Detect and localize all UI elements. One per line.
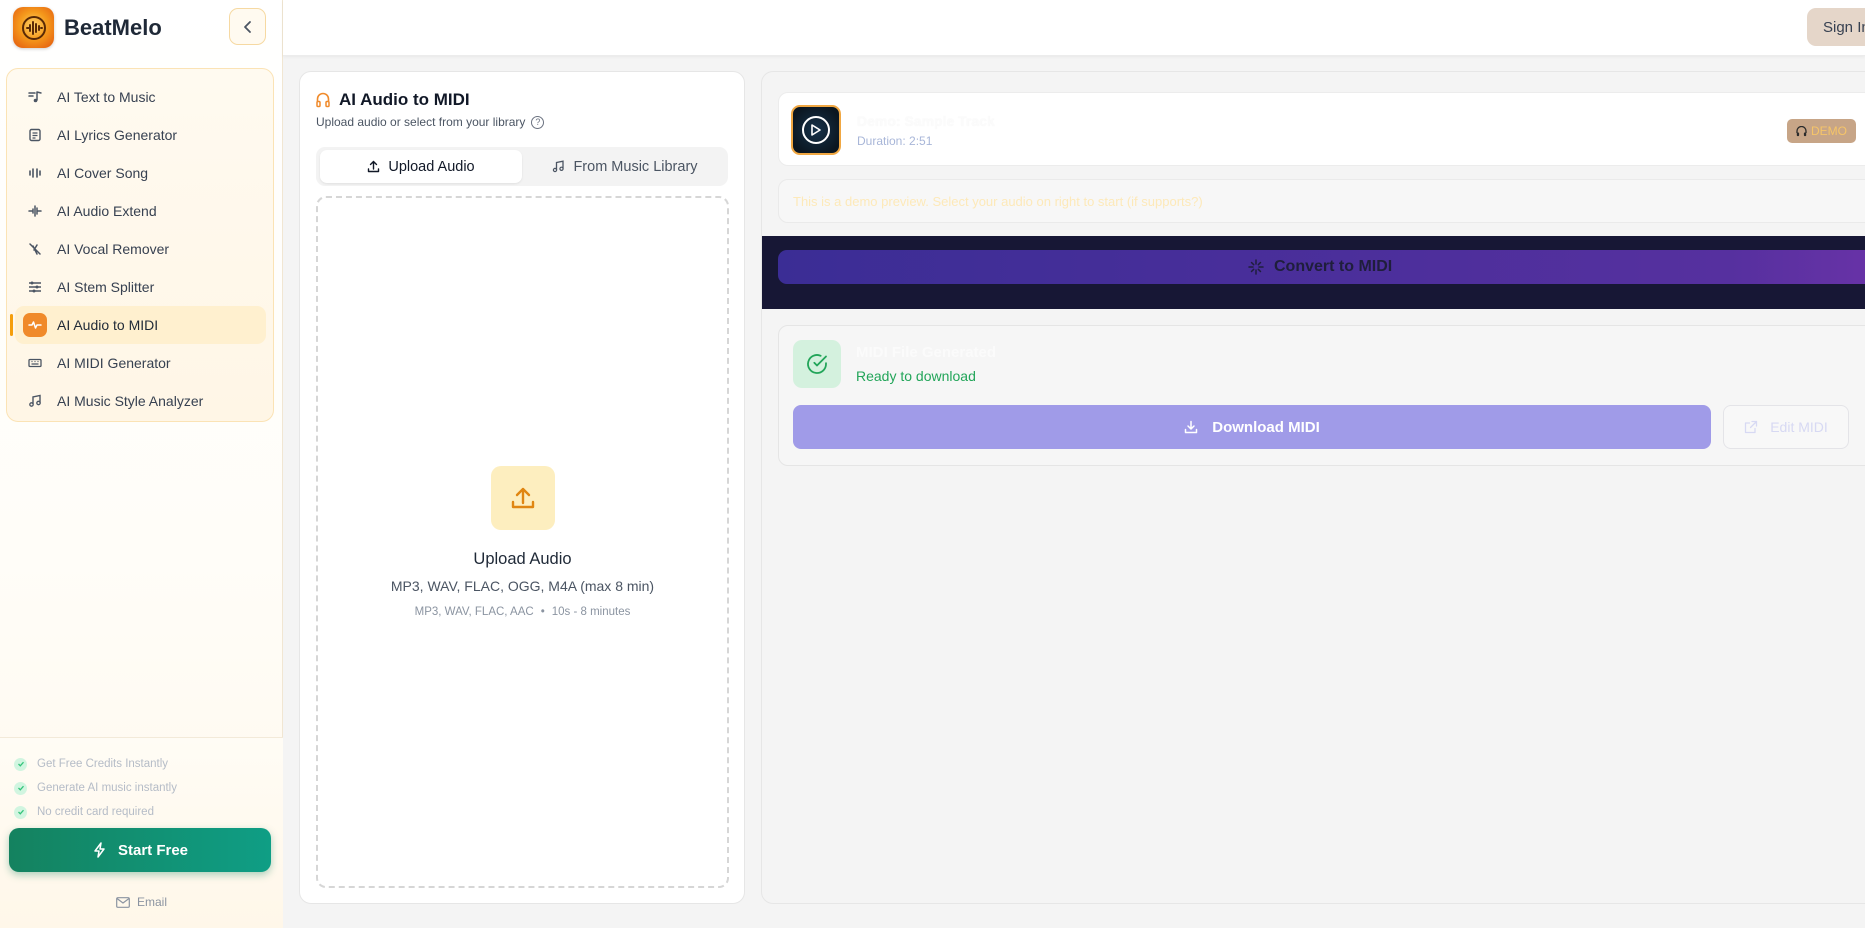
brand-name: BeatMelo	[64, 14, 162, 40]
track-duration: Duration: 2:51	[857, 134, 933, 148]
sidebar-item-label: AI Music Style Analyzer	[57, 393, 204, 409]
tab-music-library[interactable]: From Music Library	[526, 150, 724, 183]
check-icon	[14, 757, 27, 771]
tab-label: Upload Audio	[388, 158, 475, 175]
perk-item: Get Free Credits Instantly	[0, 752, 283, 776]
source-tabs: Upload Audio From Music Library	[316, 147, 728, 186]
extend-icon	[27, 203, 43, 219]
sidebar-item-midi-generator[interactable]: AI MIDI Generator	[15, 344, 266, 382]
brand[interactable]: BeatMelo	[13, 7, 162, 48]
convert-section: Convert to MIDI	[762, 236, 1865, 309]
headphones-icon	[1796, 125, 1807, 136]
sidebar-item-label: AI Cover Song	[57, 165, 149, 181]
demo-badge: DEMO	[1787, 119, 1856, 143]
sidebar-item-lyrics-generator[interactable]: AI Lyrics Generator	[15, 116, 266, 154]
hint-duration: 10s - 8 minutes	[551, 606, 631, 618]
hint-formats: MP3, WAV, FLAC, AAC	[414, 606, 534, 618]
sidebar-promo: Get Free Credits Instantly Generate AI m…	[0, 737, 283, 928]
check-icon	[14, 781, 27, 795]
external-edit-icon	[1745, 420, 1758, 434]
perk-text: No credit card required	[37, 806, 154, 818]
sidebar-item-vocal-remover[interactable]: AI Vocal Remover	[15, 230, 266, 268]
panel-subtitle: Upload audio or select from your library…	[316, 115, 545, 129]
convert-to-midi-button[interactable]: Convert to MIDI	[778, 250, 1865, 284]
start-free-button[interactable]: Start Free	[9, 828, 271, 872]
logo-icon	[13, 7, 54, 48]
result-status: Ready to download	[856, 368, 976, 384]
sidebar-item-label: AI MIDI Generator	[57, 355, 171, 371]
cover-icon	[27, 165, 43, 181]
sidebar-item-text-to-music[interactable]: AI Text to Music	[15, 78, 266, 116]
perk-item: No credit card required	[0, 800, 283, 824]
sidebar-item-label: AI Text to Music	[57, 89, 156, 105]
keyboard-icon	[27, 355, 43, 371]
sidebar-item-label: AI Vocal Remover	[57, 241, 170, 257]
download-label: Download MIDI	[1212, 418, 1320, 436]
help-icon[interactable]: ?	[531, 115, 545, 129]
tools-menu: AI Text to Music AI Lyrics Generator AI …	[6, 68, 274, 422]
tab-upload-audio[interactable]: Upload Audio	[320, 150, 522, 183]
convert-label: Convert to MIDI	[1274, 258, 1393, 275]
sidebar-item-stem-splitter[interactable]: AI Stem Splitter	[15, 268, 266, 306]
lightning-icon	[94, 842, 105, 858]
play-icon	[802, 116, 830, 144]
sliders-icon	[27, 279, 43, 295]
music-note-icon	[27, 393, 43, 409]
dropzone-formats: MP3, WAV, FLAC, OGG, M4A (max 8 min)	[390, 578, 655, 594]
edit-midi-button[interactable]: Edit MIDI	[1723, 405, 1849, 449]
dropzone-title: Upload Audio	[473, 550, 572, 568]
sidebar-item-label: AI Audio Extend	[57, 203, 157, 219]
email-label: Email	[136, 895, 167, 909]
perk-text: Get Free Credits Instantly	[37, 758, 169, 770]
upload-icon	[368, 160, 380, 173]
result-title: MIDI File Generated	[856, 344, 997, 361]
mail-icon	[116, 896, 130, 908]
lyrics-icon	[27, 127, 43, 143]
email-link[interactable]: Email	[0, 895, 283, 909]
sidebar-item-style-analyzer[interactable]: AI Music Style Analyzer	[15, 382, 266, 420]
upload-icon	[491, 466, 555, 530]
music-note-icon	[553, 160, 565, 173]
check-circle-icon	[793, 340, 841, 388]
panel-subtitle-text: Upload audio or select from your library	[316, 115, 526, 129]
upload-panel: AI Audio to MIDI Upload audio or select …	[299, 71, 745, 904]
demo-notice: This is a demo preview. Select your audi…	[778, 179, 1865, 223]
top-bar: Sign In	[283, 0, 1865, 56]
perk-item: Generate AI music instantly	[0, 776, 283, 800]
sidebar-item-label: AI Stem Splitter	[57, 279, 155, 295]
edit-label: Edit MIDI	[1770, 419, 1828, 435]
sidebar-item-label: AI Lyrics Generator	[57, 127, 178, 143]
panel-title: AI Audio to MIDI	[316, 90, 470, 110]
midi-icon	[23, 313, 47, 337]
sign-in-button[interactable]: Sign In	[1807, 8, 1865, 46]
upload-dropzone[interactable]: Upload Audio MP3, WAV, FLAC, OGG, M4A (m…	[316, 196, 729, 888]
midi-result-card: MIDI File Generated Ready to download Do…	[778, 325, 1865, 466]
start-free-label: Start Free	[117, 841, 189, 859]
sidebar-item-label: AI Audio to MIDI	[57, 317, 159, 333]
collapse-sidebar-button[interactable]	[229, 8, 266, 45]
panel-title-text: AI Audio to MIDI	[339, 90, 470, 109]
chevron-left-icon	[243, 20, 251, 33]
sidebar: BeatMelo AI Text to Music AI Lyrics Gene…	[0, 0, 283, 928]
sidebar-item-cover-song[interactable]: AI Cover Song	[15, 154, 266, 192]
dropzone-hint: MP3, WAV, FLAC, AAC • 10s - 8 minutes	[414, 606, 631, 618]
text-music-icon	[27, 89, 43, 105]
sidebar-item-audio-to-midi[interactable]: AI Audio to MIDI	[10, 306, 266, 344]
check-icon	[14, 805, 27, 819]
track-thumbnail[interactable]	[791, 105, 841, 155]
perk-text: Generate AI music instantly	[37, 782, 177, 794]
mic-off-icon	[27, 241, 43, 257]
sparkle-icon	[1248, 259, 1264, 275]
track-name: Demo: Sample Track	[857, 113, 995, 129]
headphones-icon	[316, 92, 330, 108]
result-panel: Demo: Sample Track Duration: 2:51 DEMO T…	[761, 71, 1865, 904]
download-midi-button[interactable]: Download MIDI	[793, 405, 1711, 449]
sidebar-item-audio-extend[interactable]: AI Audio Extend	[15, 192, 266, 230]
demo-badge-text: DEMO	[1811, 124, 1847, 138]
demo-track-card: Demo: Sample Track Duration: 2:51 DEMO	[778, 92, 1865, 166]
tab-label: From Music Library	[573, 158, 698, 175]
download-icon	[1185, 420, 1198, 434]
